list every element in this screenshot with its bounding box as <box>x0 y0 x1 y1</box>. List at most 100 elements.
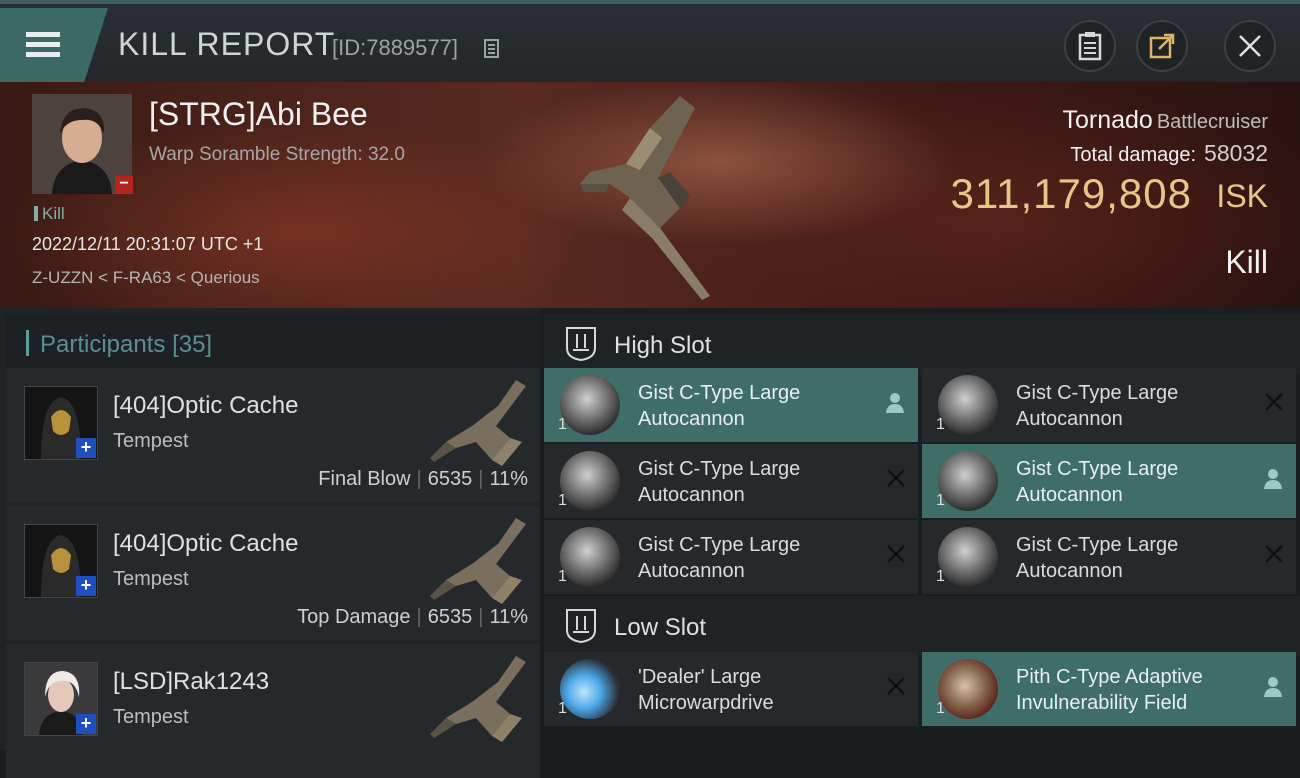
high-slot-item[interactable]: 1 Gist C-Type Large Autocannon <box>922 368 1296 442</box>
participant-ship: Tempest <box>113 430 189 452</box>
stat-separator: | <box>478 606 484 628</box>
item-name-line1: Gist C-Type Large <box>1016 382 1179 404</box>
participant-damage: 6535 <box>427 606 473 628</box>
hostile-badge: − <box>115 176 133 194</box>
item-name-line2: Autocannon <box>638 484 745 506</box>
item-name: Gist C-Type Large Autocannon <box>1016 532 1256 584</box>
item-name-line1: 'Dealer' Large <box>638 666 762 688</box>
kill-tag-label: Kill <box>42 204 65 223</box>
fitting-panel: High Slot 1 Gist C-Type Large Autocannon … <box>540 308 1300 750</box>
high-slot-item[interactable]: 1 Gist C-Type Large Autocannon <box>544 520 918 594</box>
item-name: 'Dealer' Large Microwarpdrive <box>638 664 878 716</box>
participants-header-bar <box>26 330 29 356</box>
copy-icon[interactable] <box>484 39 500 59</box>
high-slot-icon <box>566 327 596 362</box>
victim-ship-name: Tornado <box>1062 106 1153 134</box>
item-quantity: 1 <box>558 700 567 717</box>
report-id: [ID:7889577] <box>332 35 458 60</box>
item-name: Gist C-Type Large Autocannon <box>1016 380 1256 432</box>
participant-ship-image <box>430 656 526 742</box>
high-slot-item[interactable]: 1 Gist C-Type Large Autocannon <box>544 368 918 442</box>
autocannon-icon <box>938 527 998 587</box>
clipboard-button[interactable] <box>1064 20 1116 72</box>
autocannon-icon <box>560 451 620 511</box>
close-icon <box>1239 35 1261 57</box>
hamburger-icon <box>26 32 60 57</box>
participant-ship: Tempest <box>113 706 189 728</box>
item-name-line1: Gist C-Type Large <box>1016 458 1179 480</box>
participant-row[interactable]: + [404]Optic Cache Tempest Final Blow | 65… <box>6 368 540 502</box>
person-icon <box>886 393 904 413</box>
autocannon-icon <box>560 527 620 587</box>
victim-ship-class: Battlecruiser <box>1156 111 1268 133</box>
participants-header: Participants [35] <box>6 314 540 370</box>
stat-separator: | <box>416 468 422 490</box>
item-name-line2: Invulnerability Field <box>1016 692 1188 714</box>
low-slot-item[interactable]: 1 Pith C-Type Adaptive Invulnerability Fi… <box>922 652 1296 726</box>
item-name-line2: Autocannon <box>1016 408 1123 430</box>
item-quantity: 1 <box>936 700 945 717</box>
participant-ship-image <box>430 380 526 466</box>
participant-row[interactable]: + [404]Optic Cache Tempest Top Damage | 65… <box>6 506 540 640</box>
participants-title-label: Participants <box>40 331 166 358</box>
menu-button[interactable] <box>0 8 108 82</box>
destroyed-x-icon <box>1265 545 1283 563</box>
participant-stats: Top Damage | 6535 | 11% <box>297 606 528 629</box>
low-slot-icon <box>566 609 596 644</box>
participant-name: [LSD]Rak1243 <box>113 668 270 695</box>
high-slot-item[interactable]: 1 Gist C-Type Large Autocannon <box>544 444 918 518</box>
clipboard-icon <box>1078 32 1102 61</box>
high-slot-header: High Slot <box>544 314 1300 374</box>
item-name-line2: Autocannon <box>1016 560 1123 582</box>
kill-tag: Kill <box>34 204 65 224</box>
autocannon-icon <box>938 451 998 511</box>
isk-value: 311,179,808 <box>950 170 1192 217</box>
ally-badge: + <box>76 714 96 734</box>
destroyed-x-icon <box>887 545 905 563</box>
high-slot-item[interactable]: 1 Gist C-Type Large Autocannon <box>922 520 1296 594</box>
item-name-line2: Microwarpdrive <box>638 692 774 714</box>
item-name: Gist C-Type Large Autocannon <box>638 532 878 584</box>
stat-separator: | <box>478 468 484 490</box>
close-button[interactable] <box>1224 20 1276 72</box>
low-slot-item[interactable]: 1 'Dealer' Large Microwarpdrive <box>544 652 918 726</box>
item-name: Gist C-Type Large Autocannon <box>1016 456 1256 508</box>
total-damage: Total damage: 58032 <box>1070 140 1268 167</box>
ally-badge: + <box>76 438 96 458</box>
isk-unit: ISK <box>1216 178 1268 214</box>
item-quantity: 1 <box>558 568 567 585</box>
person-icon <box>1264 469 1282 489</box>
low-slot-title: Low Slot <box>614 614 707 641</box>
high-slot-item[interactable]: 1 Gist C-Type Large Autocannon <box>922 444 1296 518</box>
participants-count: [35] <box>172 331 213 358</box>
participant-tag: Top Damage <box>297 606 411 628</box>
victim-banner: − [STRG]Abi Bee Warp Soramble Strength: … <box>0 82 1300 308</box>
item-quantity: 1 <box>936 568 945 585</box>
item-name-line1: Gist C-Type Large <box>638 458 801 480</box>
participant-name: [404]Optic Cache <box>113 392 299 419</box>
kill-tag-bar <box>34 206 38 221</box>
stat-separator: | <box>416 606 422 628</box>
item-name-line2: Autocannon <box>1016 484 1123 506</box>
share-button[interactable] <box>1136 20 1188 72</box>
destroyed-x-icon <box>887 677 905 695</box>
high-slot-title: High Slot <box>614 332 712 359</box>
participant-damage: 6535 <box>427 468 473 490</box>
victim-name: [STRG]Abi Bee <box>149 96 368 132</box>
participant-percent: 11% <box>489 606 528 628</box>
item-quantity: 1 <box>936 492 945 509</box>
person-icon <box>1264 677 1282 697</box>
destroyed-x-icon <box>887 469 905 487</box>
participants-panel: Participants [35] + [404]Optic Cache Tem… <box>0 308 540 778</box>
item-name-line1: Gist C-Type Large <box>1016 534 1179 556</box>
participants-title: Participants [35] <box>40 331 212 359</box>
item-name: Gist C-Type Large Autocannon <box>638 380 878 432</box>
autocannon-icon <box>938 375 998 435</box>
item-name-line1: Pith C-Type Adaptive <box>1016 666 1203 688</box>
participant-stats: Final Blow | 6535 | 11% <box>318 468 528 491</box>
item-name: Gist C-Type Large Autocannon <box>638 456 878 508</box>
participant-row[interactable]: + [LSD]Rak1243 Tempest <box>6 644 540 778</box>
share-icon <box>1149 33 1175 59</box>
victim-ship-line: Tornado Battlecruiser <box>1062 106 1268 135</box>
item-quantity: 1 <box>558 416 567 433</box>
